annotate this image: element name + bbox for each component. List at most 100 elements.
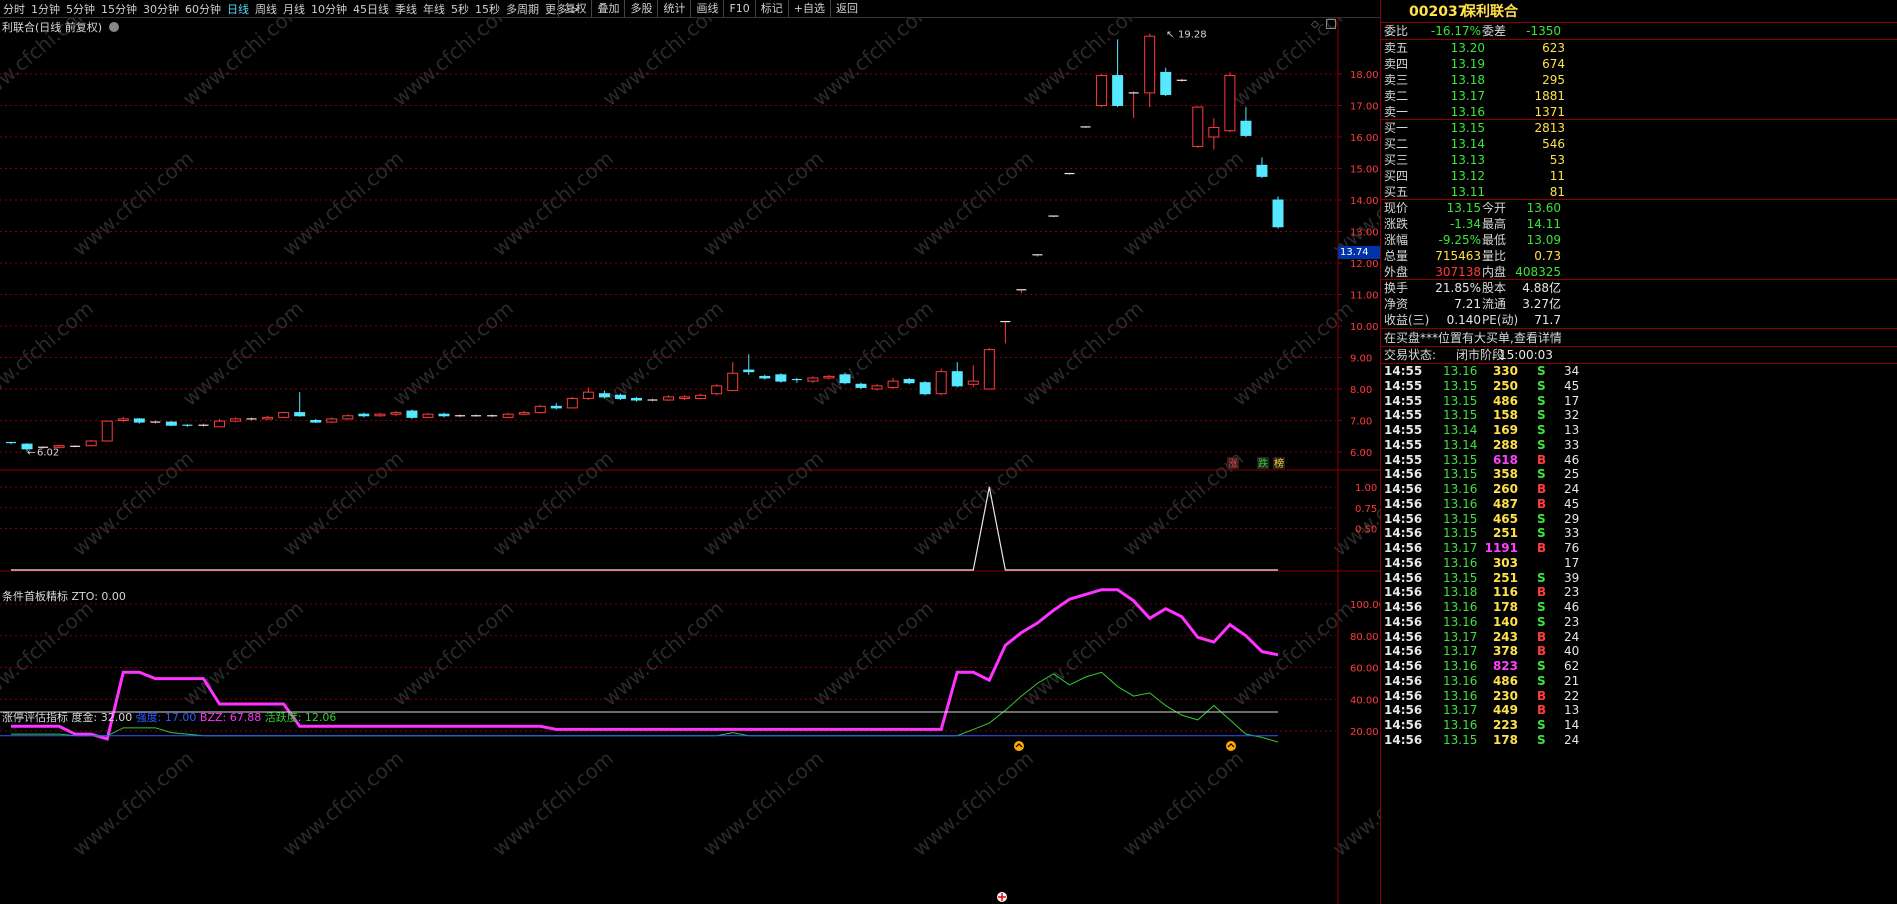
- tick-time: 14:56: [1384, 688, 1423, 703]
- candle-body: [133, 418, 145, 423]
- tick-count: 62: [1564, 659, 1580, 673]
- tick-price: 13.16: [1443, 600, 1478, 614]
- fund-value: 4.88亿: [1522, 281, 1561, 295]
- tick-side: S: [1537, 614, 1546, 629]
- watermark-text: www.cfchi.com: [808, 596, 938, 711]
- period-tab[interactable]: 分时: [0, 1, 28, 17]
- tick-price: 13.14: [1443, 423, 1478, 437]
- candle-body: [1096, 75, 1108, 106]
- period-tab[interactable]: 30分钟: [140, 1, 182, 17]
- period-tab[interactable]: 1分钟: [28, 1, 63, 17]
- order-label: 买一: [1384, 121, 1409, 135]
- tick-row: 14:56 13.17 1191 B 76: [1381, 541, 1897, 556]
- candle-body: [759, 375, 771, 379]
- diamond-icon[interactable]: ◇: [1311, 19, 1319, 30]
- tool-button[interactable]: 叠加: [591, 0, 624, 17]
- quote-value: 408325: [1515, 265, 1561, 279]
- period-tab[interactable]: 月线: [280, 1, 308, 17]
- period-tab[interactable]: 10分钟: [308, 1, 350, 17]
- kline-chart-area[interactable]: www.cfchi.com www.cfchi.com www.cfchi.com w…: [0, 17, 1380, 904]
- period-tab[interactable]: 15分钟: [98, 1, 140, 17]
- y-tick-label: 13.00: [1350, 228, 1379, 239]
- tick-side: B: [1537, 688, 1547, 703]
- watermark-text: www.cfchi.com: [808, 17, 938, 111]
- candle-body: [390, 412, 402, 415]
- tool-button[interactable]: 返回: [830, 0, 863, 17]
- watermark-text: www.cfchi.com: [68, 446, 198, 561]
- tick-price: 13.15: [1443, 378, 1478, 393]
- tool-button[interactable]: 标记: [754, 0, 788, 17]
- tick-time: 14:56: [1384, 496, 1423, 511]
- candle-body: [502, 413, 514, 418]
- tick-count: 76: [1564, 541, 1580, 555]
- tick-side: S: [1537, 511, 1546, 526]
- y-tick-label: 10.00: [1350, 322, 1379, 333]
- watermark-text: www.cfchi.com: [1228, 17, 1358, 111]
- fundamental-row: 收益(三) 0.140 PE(动) 71.7: [1381, 312, 1897, 328]
- y-tick-label: 8.00: [1350, 385, 1372, 396]
- tick-row: 14:56 13.16 140 S 23: [1381, 615, 1897, 630]
- settings-circle-icon[interactable]: [108, 22, 119, 32]
- order-price: 13.19: [1450, 57, 1485, 71]
- tick-price: 13.15: [1443, 452, 1478, 467]
- period-tab[interactable]: 周线: [252, 1, 280, 17]
- period-tab[interactable]: 45日线: [350, 1, 392, 17]
- period-tab[interactable]: 5分钟: [63, 1, 98, 17]
- quote-label: 涨跌: [1384, 217, 1409, 231]
- period-tab[interactable]: 15秒: [472, 1, 503, 17]
- tick-side: B: [1537, 452, 1547, 467]
- candle-body: [839, 374, 851, 384]
- tool-button[interactable]: 多股: [624, 0, 657, 17]
- maximize-icon[interactable]: [1326, 19, 1336, 29]
- period-tab[interactable]: 日线: [224, 1, 252, 17]
- order-volume: 81: [1549, 185, 1565, 199]
- candle-body: [855, 383, 867, 388]
- candle-body: [1256, 164, 1268, 177]
- period-tab[interactable]: 年线: [420, 1, 448, 17]
- tick-row: 14:55 13.16 330 S 34: [1381, 364, 1897, 379]
- tick-price: 13.16: [1443, 614, 1478, 629]
- tick-count: 23: [1564, 585, 1580, 600]
- indicator2-name: 涨停评估指标: [2, 711, 68, 724]
- candle-body: [967, 380, 979, 385]
- fund-label: 股本: [1482, 281, 1507, 295]
- tool-button[interactable]: 统计: [657, 0, 690, 17]
- tick-volume: 251: [1492, 526, 1518, 541]
- fund-value: 0.140: [1446, 313, 1481, 327]
- tick-row: 14:56 13.16 178 S 46: [1381, 600, 1897, 615]
- candle-body: [374, 413, 386, 417]
- notice-text[interactable]: 在买盘***位置有大买单,查看详情: [1384, 330, 1562, 346]
- candle-body: [406, 410, 418, 418]
- period-tab[interactable]: 60分钟: [182, 1, 224, 17]
- tool-button[interactable]: F10: [723, 0, 754, 17]
- fund-label: 换手: [1384, 281, 1409, 295]
- y-tick-label: 80.00: [1350, 632, 1379, 643]
- tool-button[interactable]: 复权: [558, 0, 591, 17]
- fundamental-row: 净资 7.21 流通 3.27亿: [1381, 296, 1897, 312]
- period-tab[interactable]: 5秒: [448, 1, 472, 17]
- stock-header: 002037 保利联合: [1381, 2, 1897, 22]
- tick-side: B: [1537, 585, 1547, 600]
- tick-row: 14:56 13.18 116 B 23: [1381, 585, 1897, 600]
- tick-volume: 449: [1492, 703, 1518, 718]
- current-price-tag: 13.74: [1338, 246, 1382, 259]
- big-order-notice[interactable]: 在买盘***位置有大买单,查看详情: [1381, 330, 1897, 346]
- period-tab[interactable]: 多周期: [503, 1, 542, 17]
- candle-body: [598, 393, 610, 398]
- watermark-text: www.cfchi.com: [908, 746, 1038, 861]
- buy-order-row: 买五 13.11 81: [1381, 184, 1897, 200]
- candle-body: [358, 413, 370, 417]
- candle-body: [951, 371, 963, 387]
- tick-row: 14:55 13.14 169 S 13: [1381, 423, 1897, 438]
- watermark-text: www.cfchi.com: [698, 146, 828, 261]
- order-label: 买二: [1384, 137, 1409, 151]
- quote-label: 内盘: [1482, 265, 1507, 279]
- tool-button[interactable]: +自选: [787, 0, 830, 17]
- low-arrow-icon: ←: [27, 447, 35, 458]
- tick-row: 14:56 13.16 823 S 62: [1381, 659, 1897, 674]
- order-label: 卖二: [1384, 89, 1409, 103]
- tick-side: S: [1537, 467, 1546, 482]
- tool-button[interactable]: 画线: [690, 0, 723, 17]
- period-tab[interactable]: 季线: [392, 1, 420, 17]
- fund-value: 71.7: [1534, 313, 1561, 327]
